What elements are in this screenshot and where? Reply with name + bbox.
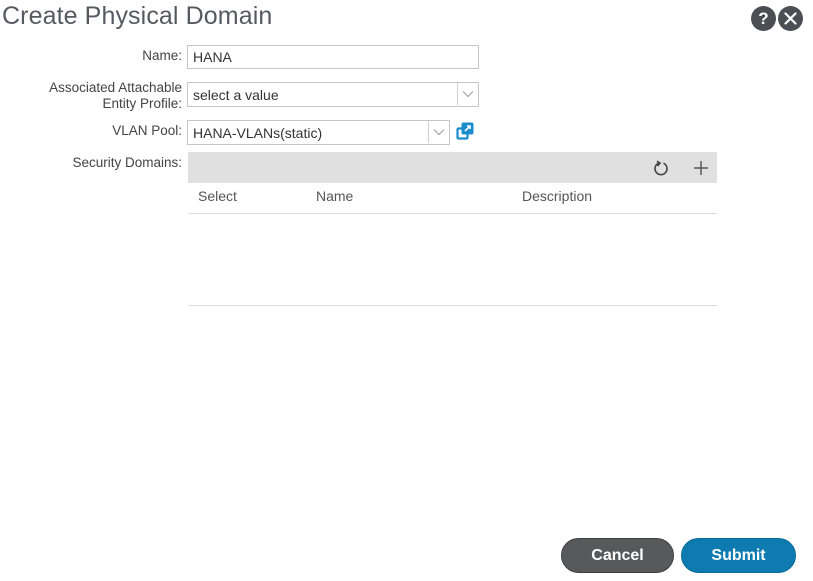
add-button[interactable] xyxy=(691,158,711,178)
aep-label-line2: Entity Profile: xyxy=(102,96,182,111)
aep-label-line1: Associated Attachable xyxy=(49,80,182,95)
open-vlan-pool-button[interactable] xyxy=(456,122,475,141)
vlan-pool-caret[interactable] xyxy=(428,121,449,143)
plus-icon xyxy=(694,161,708,175)
aep-select[interactable]: select a value xyxy=(187,82,479,107)
refresh-button[interactable] xyxy=(651,158,671,178)
cancel-button-label: Cancel xyxy=(591,546,644,564)
aep-select-caret[interactable] xyxy=(457,83,478,105)
close-icon xyxy=(784,12,797,25)
column-header-select[interactable]: Select xyxy=(198,188,237,204)
help-icon: ? xyxy=(758,8,769,28)
external-link-icon xyxy=(456,122,474,140)
aep-label: Associated Attachable Entity Profile: xyxy=(10,80,182,112)
vlan-pool-select[interactable]: HANA-VLANs(static) xyxy=(187,120,450,145)
security-domains-table-body xyxy=(188,214,717,305)
name-input[interactable]: HANA xyxy=(187,45,479,69)
name-input-value: HANA xyxy=(193,49,232,65)
name-label: Name: xyxy=(142,48,182,63)
column-header-description[interactable]: Description xyxy=(522,188,592,204)
column-header-name[interactable]: Name xyxy=(316,188,353,204)
refresh-icon xyxy=(654,160,668,176)
help-button[interactable]: ? xyxy=(751,6,776,31)
submit-button-label: Submit xyxy=(711,546,766,564)
vlan-pool-label: VLAN Pool: xyxy=(112,123,182,138)
security-domains-toolbar xyxy=(188,152,717,183)
header-actions: ? xyxy=(751,6,803,31)
aep-select-placeholder: select a value xyxy=(193,86,279,103)
security-domains-label: Security Domains: xyxy=(72,155,182,170)
chevron-down-icon xyxy=(433,129,445,136)
vlan-pool-value: HANA-VLANs(static) xyxy=(193,124,323,141)
submit-button[interactable]: Submit xyxy=(681,538,796,573)
close-button[interactable] xyxy=(778,6,803,31)
chevron-down-icon xyxy=(462,91,474,98)
dialog-title: Create Physical Domain xyxy=(2,2,273,30)
table-bottom-divider xyxy=(188,305,717,306)
cancel-button[interactable]: Cancel xyxy=(561,538,674,573)
